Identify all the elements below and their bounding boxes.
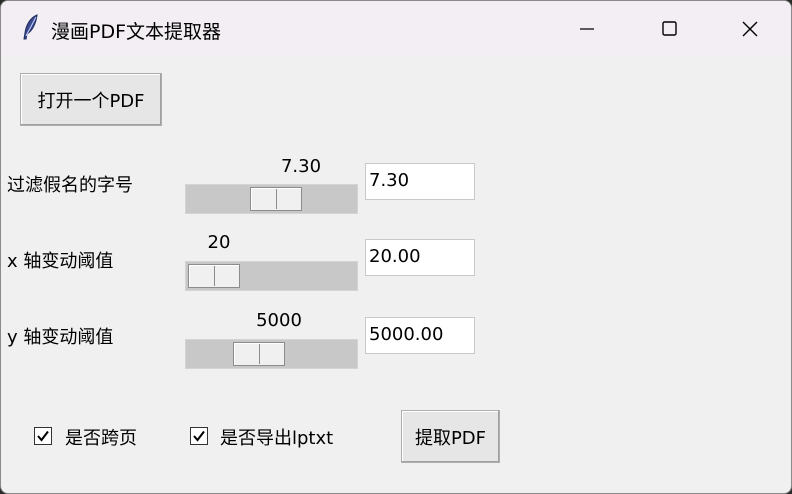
maximize-button[interactable]: [649, 9, 689, 49]
export-lptxt-label: 是否导出lptxt: [220, 428, 334, 449]
cross-page-label: 是否跨页: [65, 428, 137, 449]
font-size-filter-label: 过滤假名的字号: [7, 175, 133, 196]
font-size-filter-value: 7.30: [280, 156, 322, 177]
slider-thumb[interactable]: [232, 342, 285, 366]
window-title: 漫画PDF文本提取器: [51, 21, 222, 43]
font-size-filter-entry[interactable]: 7.30: [365, 163, 475, 200]
app-window: 漫画PDF文本提取器 打开一个PDF 过滤假名的字号 7.30 7.30 x 轴…: [0, 0, 792, 494]
x-axis-threshold-value: 20: [207, 232, 231, 253]
y-axis-threshold-label: y 轴变动阈值: [7, 327, 114, 348]
export-lptxt-checkbox[interactable]: [190, 427, 208, 445]
open-pdf-button[interactable]: 打开一个PDF: [20, 73, 162, 126]
y-axis-threshold-value: 5000: [256, 310, 302, 331]
font-size-filter-slider[interactable]: [185, 184, 358, 214]
x-axis-threshold-slider[interactable]: [185, 261, 358, 291]
cross-page-checkbox[interactable]: [34, 427, 52, 445]
slider-thumb[interactable]: [188, 264, 240, 288]
y-axis-threshold-slider[interactable]: [185, 339, 358, 369]
extract-pdf-button[interactable]: 提取PDF: [401, 410, 500, 463]
minimize-button[interactable]: [567, 9, 607, 49]
maximize-icon: [662, 21, 677, 36]
close-icon: [742, 21, 758, 37]
slider-thumb[interactable]: [250, 187, 303, 211]
x-axis-threshold-label: x 轴变动阈值: [7, 251, 114, 272]
minimize-icon: [580, 28, 594, 30]
checkmark-icon: [193, 430, 205, 442]
title-bar[interactable]: 漫画PDF文本提取器: [1, 1, 791, 57]
y-axis-threshold-entry[interactable]: 5000.00: [365, 317, 475, 354]
checkmark-icon: [37, 430, 49, 442]
x-axis-threshold-entry[interactable]: 20.00: [365, 239, 475, 276]
close-button[interactable]: [730, 9, 770, 49]
feather-icon: [21, 14, 41, 40]
